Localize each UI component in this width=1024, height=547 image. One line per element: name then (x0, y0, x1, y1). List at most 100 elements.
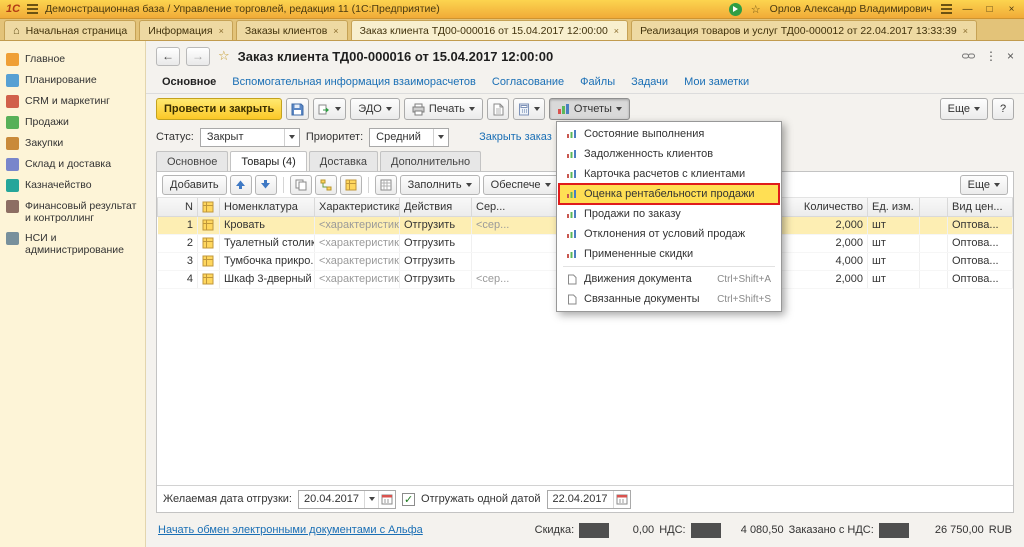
menu-item-settlement-card[interactable]: Карточка расчетов с клиентами (559, 164, 779, 184)
tab-sales-td00-000012[interactable]: Реализация товаров и услуг ТД00-000012 о… (631, 20, 977, 40)
menu-item-sales-profitability[interactable]: Оценка рентабельности продажи (559, 184, 779, 204)
supply-button[interactable]: Обеспече (483, 175, 559, 195)
navlink-approval[interactable]: Согласование (492, 76, 564, 88)
help-button[interactable]: ? (992, 98, 1014, 120)
favorite-star-icon[interactable]: ☆ (218, 48, 230, 64)
cell-unit[interactable]: шт (868, 234, 920, 252)
tab-main[interactable]: Основное (156, 151, 228, 171)
cell-characteristic[interactable]: <характеристики (315, 216, 400, 234)
cell-number[interactable]: 2 (158, 234, 198, 252)
import-table-button[interactable] (340, 175, 362, 195)
navlink-my-notes[interactable]: Мои заметки (684, 76, 749, 88)
shipping-date-field[interactable]: 20.04.2017 (298, 490, 396, 509)
grid-settings-button[interactable] (375, 175, 397, 195)
hamburger-menu-icon[interactable] (27, 4, 38, 14)
tab-close-icon[interactable]: × (614, 26, 619, 36)
add-row-button[interactable]: Добавить (162, 175, 227, 195)
attachments-button[interactable] (487, 98, 509, 120)
sidebar-item-planning[interactable]: Планирование (0, 70, 145, 91)
sidebar-item-sales[interactable]: Продажи (0, 112, 145, 133)
create-based-on-button[interactable] (313, 98, 346, 120)
cell-nomenclature[interactable]: Шкаф 3-дверный (220, 270, 315, 288)
sidebar-item-main[interactable]: Главное (0, 49, 145, 70)
dropdown-arrow-icon[interactable] (284, 129, 299, 146)
col-unit[interactable]: Ед. изм. (868, 198, 920, 216)
link-icon[interactable] (962, 52, 975, 60)
minimize-button[interactable]: — (961, 4, 974, 15)
menu-item-deviations[interactable]: Отклонения от условий продаж (559, 224, 779, 244)
navlink-main[interactable]: Основное (162, 76, 216, 88)
tab-close-icon[interactable]: × (219, 26, 224, 36)
tab-close-icon[interactable]: × (963, 26, 968, 36)
cell-series[interactable] (472, 234, 562, 252)
dropdown-arrow-icon[interactable] (364, 491, 378, 508)
col-series[interactable]: Сер... (472, 198, 562, 216)
back-button[interactable]: ← (156, 47, 180, 66)
tab-order-td00-000016[interactable]: Заказ клиента ТД00-000016 от 15.04.2017 … (351, 20, 629, 40)
maximize-button[interactable]: □ (983, 4, 996, 15)
cell-action[interactable]: Отгрузить (400, 270, 472, 288)
copy-row-button[interactable] (290, 175, 312, 195)
sidebar-item-crm[interactable]: CRM и маркетинг (0, 91, 145, 112)
tab-customer-orders[interactable]: Заказы клиентов × (236, 20, 348, 40)
forward-button[interactable]: → (186, 47, 210, 66)
col-actions[interactable]: Действия (400, 198, 472, 216)
calendar-icon[interactable] (613, 491, 630, 508)
tab-goods[interactable]: Товары (4) (230, 151, 306, 171)
edi-exchange-link[interactable]: Начать обмен электронными документами с … (158, 524, 423, 536)
menu-item-applied-discounts[interactable]: Примененные скидки (559, 244, 779, 264)
reports-button[interactable]: Отчеты (549, 98, 630, 120)
more-button[interactable]: Еще (940, 98, 988, 120)
cell-quantity[interactable]: 2,000 (780, 216, 868, 234)
edo-button[interactable]: ЭДО (350, 98, 400, 120)
print-button[interactable]: Печать (404, 98, 483, 120)
close-window-button[interactable]: × (1005, 4, 1018, 15)
current-user[interactable]: Орлов Александр Владимирович (770, 3, 932, 15)
cell-series[interactable]: <сер... (472, 216, 562, 234)
navlink-tasks[interactable]: Задачи (631, 76, 668, 88)
col-row-icon[interactable] (198, 198, 220, 216)
menu-item-document-movements[interactable]: Движения документа Ctrl+Shift+A (559, 269, 779, 289)
cell-nomenclature[interactable]: Туалетный столик (220, 234, 315, 252)
cell-price-type[interactable]: Оптова... (948, 216, 1013, 234)
structure-button[interactable] (315, 175, 337, 195)
priority-combo[interactable]: Средний (369, 128, 449, 147)
navlink-files[interactable]: Файлы (580, 76, 615, 88)
fill-button[interactable]: Заполнить (400, 175, 480, 195)
table-more-button[interactable]: Еще (960, 175, 1008, 195)
menu-item-related-documents[interactable]: Связанные документы Ctrl+Shift+S (559, 289, 779, 309)
favorites-star-icon[interactable]: ☆ (751, 3, 761, 16)
prices-discounts-button[interactable] (513, 98, 545, 120)
dropdown-arrow-icon[interactable] (433, 129, 448, 146)
save-button[interactable] (286, 98, 309, 120)
tab-additional[interactable]: Дополнительно (380, 151, 481, 171)
sidebar-item-admin[interactable]: НСИ и администрирование (0, 228, 145, 260)
sidebar-item-purchases[interactable]: Закупки (0, 133, 145, 154)
tab-home[interactable]: ⌂ Начальная страница (4, 20, 136, 40)
cell-quantity[interactable]: 2,000 (780, 270, 868, 288)
menu-item-client-debt[interactable]: Задолженность клиентов (559, 144, 779, 164)
single-date-field[interactable]: 22.04.2017 (547, 490, 631, 509)
cell-unit[interactable]: шт (868, 216, 920, 234)
cell-series[interactable] (472, 252, 562, 270)
menu-item-execution-status[interactable]: Состояние выполнения (559, 124, 779, 144)
tab-information[interactable]: Информация × (139, 20, 233, 40)
cell-series[interactable]: <сер... (472, 270, 562, 288)
cell-nomenclature[interactable]: Кровать (220, 216, 315, 234)
status-combo[interactable]: Закрыт (200, 128, 300, 147)
cell-number[interactable]: 3 (158, 252, 198, 270)
sidebar-item-finance[interactable]: Финансовый результат и контроллинг (0, 196, 145, 228)
menu-item-sales-by-order[interactable]: Продажи по заказу (559, 204, 779, 224)
cell-quantity[interactable]: 4,000 (780, 252, 868, 270)
col-characteristic[interactable]: Характеристика (315, 198, 400, 216)
close-form-icon[interactable]: × (1007, 49, 1014, 63)
col-price-type[interactable]: Вид цен... (948, 198, 1013, 216)
service-menu-icon[interactable] (941, 4, 952, 14)
cell-number[interactable]: 1 (158, 216, 198, 234)
more-kebab-icon[interactable]: ⋮ (985, 49, 997, 63)
cell-action[interactable]: Отгрузить (400, 234, 472, 252)
cell-number[interactable]: 4 (158, 270, 198, 288)
discussions-icon[interactable] (729, 3, 742, 16)
cell-unit[interactable]: шт (868, 252, 920, 270)
post-and-close-button[interactable]: Провести и закрыть (156, 98, 282, 120)
